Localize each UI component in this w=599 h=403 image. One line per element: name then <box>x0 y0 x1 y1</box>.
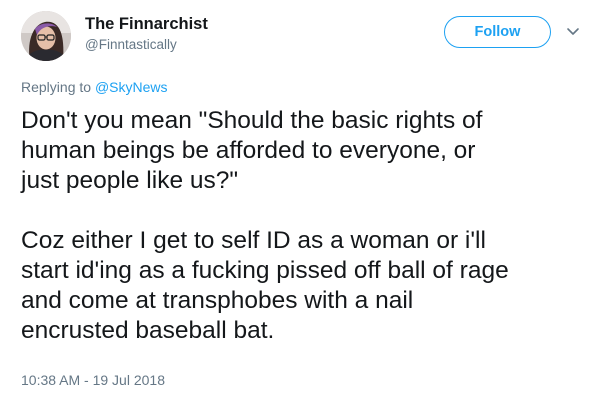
avatar[interactable] <box>21 11 71 61</box>
tweet-text: Don't you mean "Should the basic rights … <box>21 106 591 346</box>
tweet-paragraph: Don't you mean "Should the basic rights … <box>21 107 483 194</box>
display-name[interactable]: The Finnarchist <box>85 14 208 34</box>
replying-to: Replying to @SkyNews <box>21 78 168 96</box>
reply-mention-link[interactable]: @SkyNews <box>95 79 168 95</box>
chevron-down-icon[interactable] <box>566 27 580 37</box>
user-handle[interactable]: @Finntastically <box>85 36 208 54</box>
follow-button[interactable]: Follow <box>444 16 551 48</box>
tweet-card: The Finnarchist @Finntastically Follow R… <box>0 0 599 403</box>
user-info: The Finnarchist @Finntastically <box>85 14 208 54</box>
tweet-timestamp[interactable]: 10:38 AM - 19 Jul 2018 <box>21 371 165 389</box>
avatar-image <box>21 11 71 61</box>
replying-to-label: Replying to <box>21 79 95 95</box>
tweet-paragraph: Coz either I get to self ID as a woman o… <box>21 227 509 344</box>
